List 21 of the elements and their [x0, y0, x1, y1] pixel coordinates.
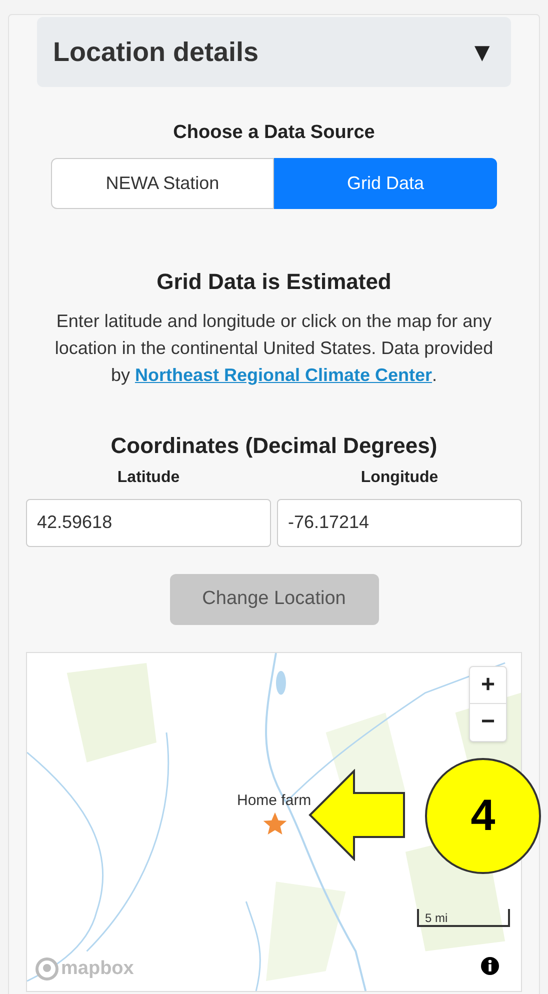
coordinates-heading: Coordinates (Decimal Degrees)	[110, 432, 438, 460]
field-label: Longitude	[360, 468, 438, 488]
source-toggle[interactable]: NEWA Station	[51, 158, 274, 208]
marker-label: Home farm	[237, 790, 312, 810]
climate-center-link[interactable]: Northeast Regional Climate Center	[134, 364, 432, 384]
coordinate-field[interactable]: 42.59618	[26, 498, 271, 546]
field-label: Latitude	[117, 468, 180, 488]
notice-heading: Grid Data is Estimated	[156, 268, 392, 296]
scale-label: 5 mi	[424, 910, 448, 924]
data-source-heading: Choose a Data Source	[173, 121, 375, 145]
toggle-icon[interactable]: ▼	[469, 32, 495, 72]
coordinate-field[interactable]: -76.17214	[277, 498, 522, 546]
mapbox-logo-icon	[35, 956, 59, 980]
section-title: Location details	[53, 36, 259, 69]
notice-text: Enter latitude and longitude or click on the map for any location in the continental United States. Data provided by Northeast Regional Climate Center.	[54, 310, 494, 387]
zoom-out-button[interactable]: −	[470, 704, 506, 740]
info-icon[interactable]	[481, 956, 499, 974]
zoom-in-button[interactable]: +	[470, 666, 506, 704]
source-toggle[interactable]: Grid Data	[274, 158, 497, 208]
callout-number: 4	[470, 790, 496, 842]
section-header[interactable]: Location details ▼	[37, 17, 511, 87]
